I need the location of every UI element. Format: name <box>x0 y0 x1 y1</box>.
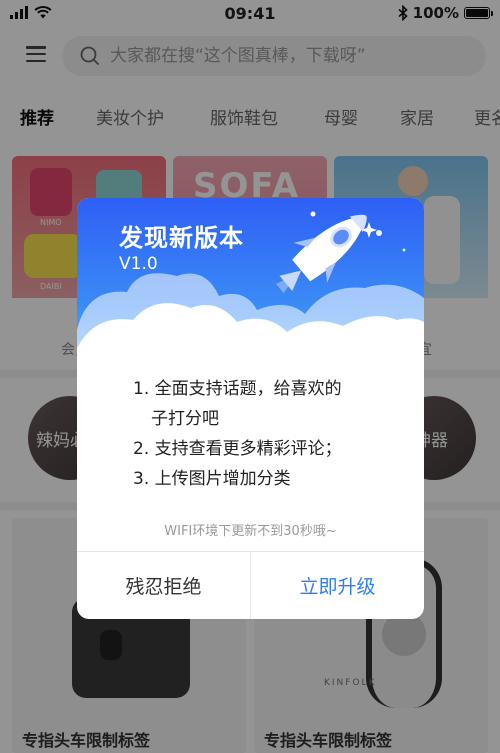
reject-button[interactable]: 残忍拒绝 <box>77 552 251 619</box>
note-text: 支持查看更多精彩评论； <box>154 439 342 459</box>
update-dialog: 发现新版本 V1.0 1. 全面支持话题，给喜欢的 子打分吧 2. 支持查看更多… <box>77 198 424 619</box>
release-note-item: 3. 上传图片增加分类 <box>133 464 383 494</box>
release-notes: 1. 全面支持话题，给喜欢的 子打分吧 2. 支持查看更多精彩评论； 3. 上传… <box>133 374 383 494</box>
release-note-item: 2. 支持查看更多精彩评论； <box>133 434 383 464</box>
wifi-note: WIFI环境下更新不到30秒哦~ <box>164 524 337 539</box>
dialog-button-bar: 残忍拒绝 立即升级 <box>77 551 424 619</box>
release-note-item: 1. 全面支持话题，给喜欢的 <box>133 374 383 404</box>
upgrade-button[interactable]: 立即升级 <box>251 552 424 619</box>
note-number: 2. <box>133 439 150 459</box>
clouds-decoration <box>77 273 424 378</box>
note-number: 3. <box>133 469 150 489</box>
note-text: 上传图片增加分类 <box>154 469 291 489</box>
note-number: 1. <box>133 379 150 399</box>
dialog-title: 发现新版本 <box>119 224 244 252</box>
note-text: 全面支持话题，给喜欢的 <box>154 379 342 399</box>
note-continuation: 子打分吧 <box>151 409 219 429</box>
dialog-header: 发现新版本 V1.0 <box>77 198 424 378</box>
